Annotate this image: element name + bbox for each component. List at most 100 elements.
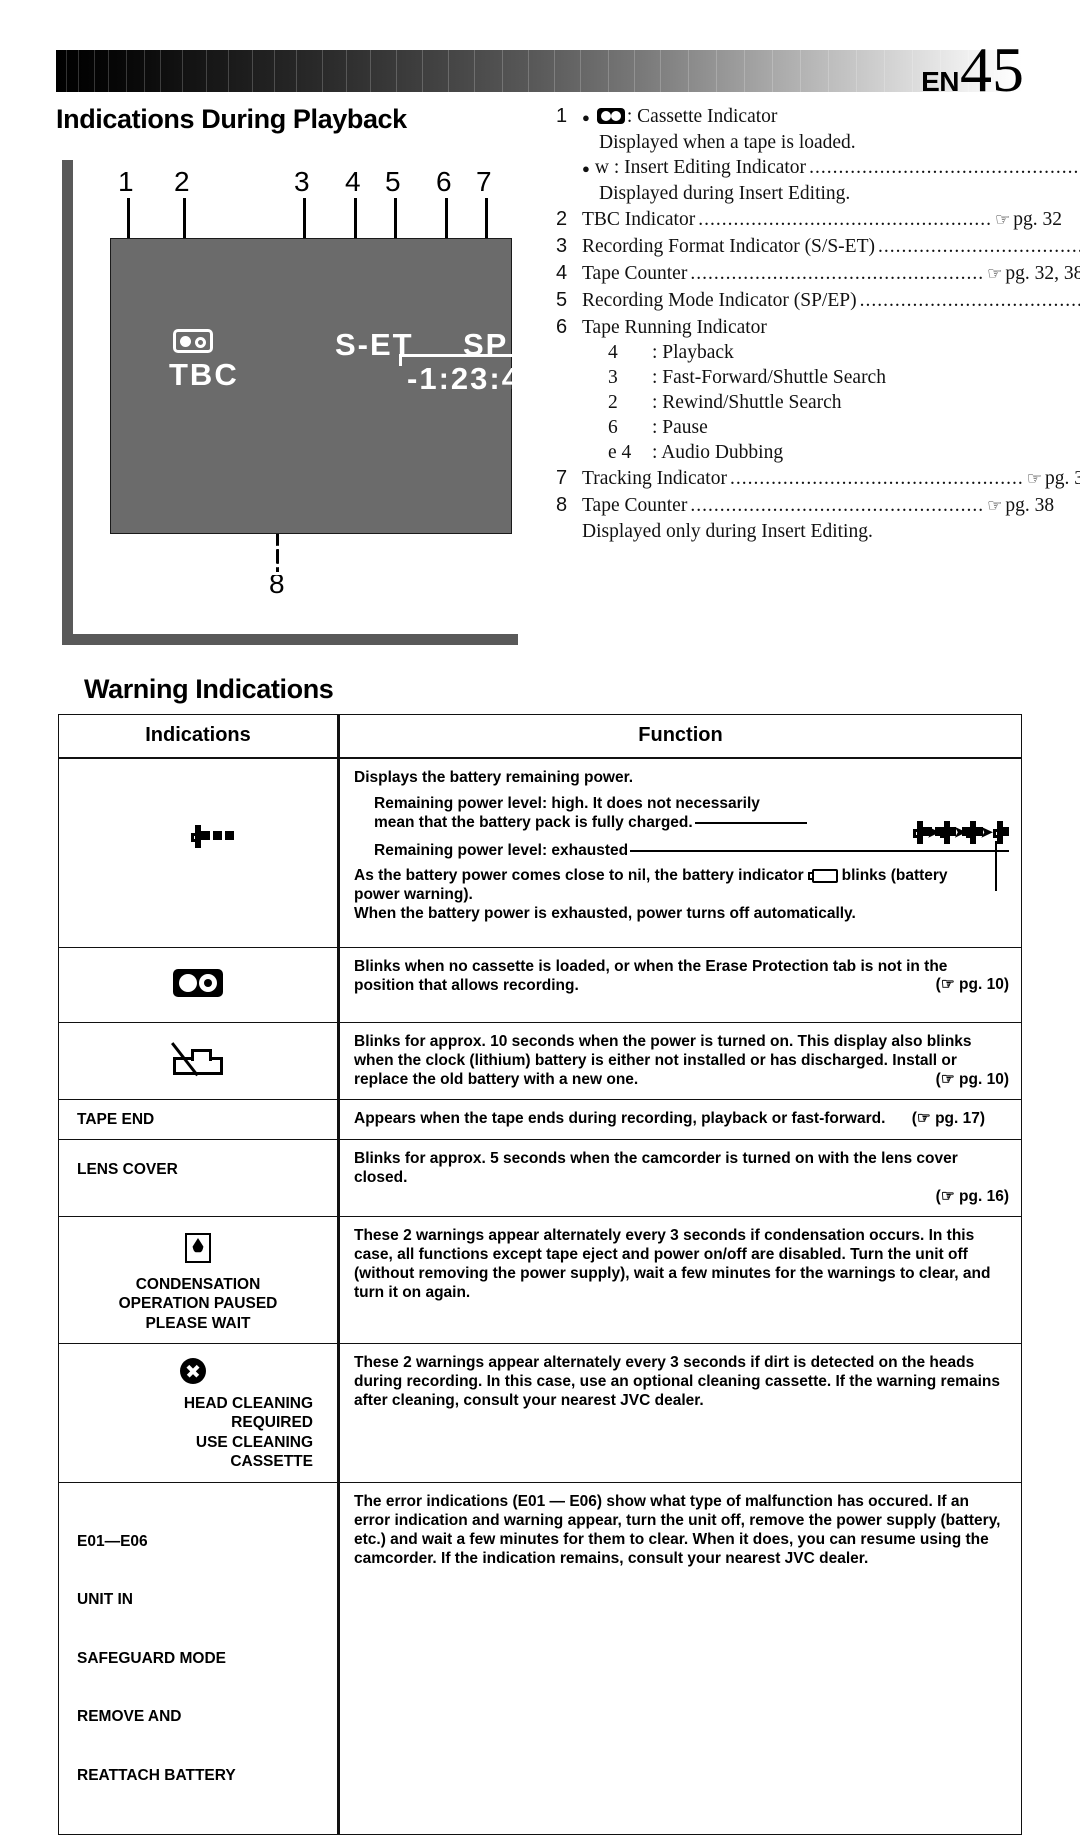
battery-0-icon <box>993 821 1003 844</box>
item-number: 2 <box>556 208 568 231</box>
lcd-screen: TBC S-ET SP 4 -1:23:45 AT M-0:12:34 <box>110 238 614 575</box>
sub-value: : Rewind/Shuttle Search <box>652 392 842 414</box>
page-ref: ☞pg. 32 <box>994 209 1062 231</box>
indication-label: HEAD CLEANING <box>183 1394 313 1412</box>
sub-key: 6 <box>608 417 618 439</box>
table-row: Displays the battery remaining power. Re… <box>58 757 1022 948</box>
cassette-icon <box>596 108 625 124</box>
callout-6: 6 <box>436 166 452 197</box>
pointing-hand-icon: ☞ <box>1026 469 1042 490</box>
item-label: Tracking Indicator <box>582 468 727 490</box>
function-text: Blinks for approx. 10 seconds when the p… <box>354 1032 972 1088</box>
table-row: E01—E06 UNIT IN SAFEGUARD MODE REMOVE AN… <box>58 1481 1022 1835</box>
page-ref: ☞pg. 32 <box>1026 468 1080 490</box>
function-line: Displays the battery remaining power. <box>354 769 634 786</box>
bullet: ● <box>582 110 590 126</box>
list-item: 4 Tape Counter..........................… <box>556 261 1080 287</box>
table-row: CONDENSATION OPERATION PAUSED PLEASE WAI… <box>58 1216 1022 1344</box>
list-item: 6 Tape Running Indicator 4: Playback 3: … <box>556 315 1026 465</box>
indication-cell: CONDENSATION OPERATION PAUSED PLEASE WAI… <box>58 1216 340 1344</box>
condensation-icon <box>73 1233 323 1269</box>
section-title-playback: Indications During Playback <box>56 104 407 134</box>
indication-label: TAPE END <box>77 1110 155 1128</box>
indication-label: REQUIRED <box>231 1414 313 1431</box>
list-item: 7 Tracking Indicator....................… <box>556 466 1080 492</box>
item-label: Recording Mode Indicator (SP/EP) <box>582 290 857 312</box>
page-ref: ☞ pg. 32, 38 <box>987 263 1080 285</box>
page-number: 45 <box>960 34 1024 105</box>
table-row: HEAD CLEANING REQUIRED USE CLEANING CASS… <box>58 1343 1022 1483</box>
indication-cell: LENS COVER <box>58 1139 340 1217</box>
sub-item: 6 : Pause <box>582 415 1026 440</box>
sub-item: 2: Rewind/Shuttle Search <box>582 390 1026 415</box>
battery-1-icon <box>966 821 1010 844</box>
sub-item: 4: Playback <box>582 340 1026 365</box>
section-title-warning: Warning Indications <box>84 674 334 704</box>
indication-label: REATTACH BATTERY <box>77 1766 236 1784</box>
indication-label: LENS COVER <box>77 1161 178 1178</box>
item-number: 4 <box>556 262 568 285</box>
indication-label: UNIT IN <box>77 1591 133 1608</box>
sub-value: : Fast-Forward/Shuttle Search <box>652 367 886 389</box>
function-cell: These 2 warnings appear alternately ever… <box>338 1216 1022 1344</box>
warning-indications-table: Indications Function Displays the batter… <box>58 714 1022 1835</box>
page-ref: (☞ pg. 10) <box>935 976 1009 993</box>
list-item: 3 Recording Format Indicator (S/S-ET)...… <box>556 234 1080 260</box>
indications-list: 1 ●: Cassette Indicator Displayed when a… <box>556 104 1080 545</box>
pointing-hand-icon: ☞ <box>987 264 1003 285</box>
table-header-row: Indications Function <box>58 714 1022 759</box>
table-row: Blinks when no cassette is loaded, or wh… <box>58 947 1022 1023</box>
item-number: 1 <box>556 105 568 127</box>
playback-display-figure: 1 2 3 4 5 6 7 8 TBC S-ET SP 4 -1:23:45 A… <box>62 160 614 645</box>
page-ref: (☞ pg. 10) <box>935 1070 1009 1088</box>
item-label: w : Insert Editing Indicator <box>594 157 807 179</box>
bracket-counter-left <box>399 354 402 366</box>
sub-value: : Audio Dubbing <box>652 442 784 464</box>
item-label: TBC Indicator <box>582 209 696 231</box>
item-number: 7 <box>556 467 568 490</box>
battery-empty-icon <box>807 868 838 883</box>
table-row: LENS COVER Blinks for approx. 5 seconds … <box>58 1139 1022 1217</box>
pointing-hand-icon: ☞ <box>994 210 1011 231</box>
indication-label: SAFEGUARD MODE <box>77 1649 226 1667</box>
indication-label: REMOVE AND <box>77 1708 182 1725</box>
head-cleaning-icon <box>73 1358 313 1390</box>
page-ref: ☞ pg. 38 <box>987 495 1055 517</box>
pointing-hand-icon: ☞ <box>987 496 1003 517</box>
sub-value: : Pause <box>652 417 708 439</box>
function-cell: Blinks for approx. 10 seconds when the p… <box>338 1021 1022 1100</box>
leader-line <box>630 849 1009 852</box>
item-label: Recording Format Indicator (S/S-ET) <box>582 236 875 258</box>
function-text: These 2 warnings appear alternately ever… <box>354 1227 991 1301</box>
function-cell: The error indications (E01 — E06) show w… <box>338 1481 1022 1835</box>
item-number: 3 <box>556 235 568 258</box>
cassette-icon <box>173 329 213 353</box>
bracket-insert-right <box>392 534 395 575</box>
gradient-strip <box>56 50 1022 92</box>
function-line: mean that the battery pack is fully char… <box>374 814 693 831</box>
item-note: Displayed when a tape is loaded. <box>599 132 856 154</box>
page-header: EN 45 <box>56 38 1024 102</box>
figure-frame-bottom <box>62 634 518 645</box>
indication-label-lines: E01—E06 UNIT IN SAFEGUARD MODE REMOVE AN… <box>77 1493 323 1825</box>
page-ref: (☞ pg. 16) <box>935 1188 1009 1205</box>
no-battery-icon <box>73 1041 323 1077</box>
list-item: 2 TBC Indicator.........................… <box>556 207 1062 233</box>
function-text: These 2 warnings appear alternately ever… <box>354 1354 1000 1409</box>
battery-2-icon <box>939 821 983 844</box>
list-item: 8 Tape Counter..........................… <box>556 493 1054 544</box>
dot-leader: ........................................… <box>690 263 985 285</box>
dot-leader: ........................................… <box>859 290 1080 312</box>
dot-leader: ........................................… <box>877 236 1080 258</box>
leader-line <box>694 821 807 824</box>
item-note: Displayed only during Insert Editing. <box>582 521 873 543</box>
function-text: Blinks when no cassette is loaded, or wh… <box>354 958 948 994</box>
indication-cell <box>58 1021 340 1100</box>
function-line: As the battery power comes close to nil,… <box>354 867 804 884</box>
dot-leader: ........................................… <box>809 157 1080 179</box>
function-cell: These 2 warnings appear alternately ever… <box>338 1343 1022 1483</box>
battery-3-icon <box>913 821 957 844</box>
dot-leader: ........................................… <box>690 495 985 517</box>
language-code: EN <box>921 66 959 97</box>
dot-leader: ........................................… <box>698 209 992 231</box>
